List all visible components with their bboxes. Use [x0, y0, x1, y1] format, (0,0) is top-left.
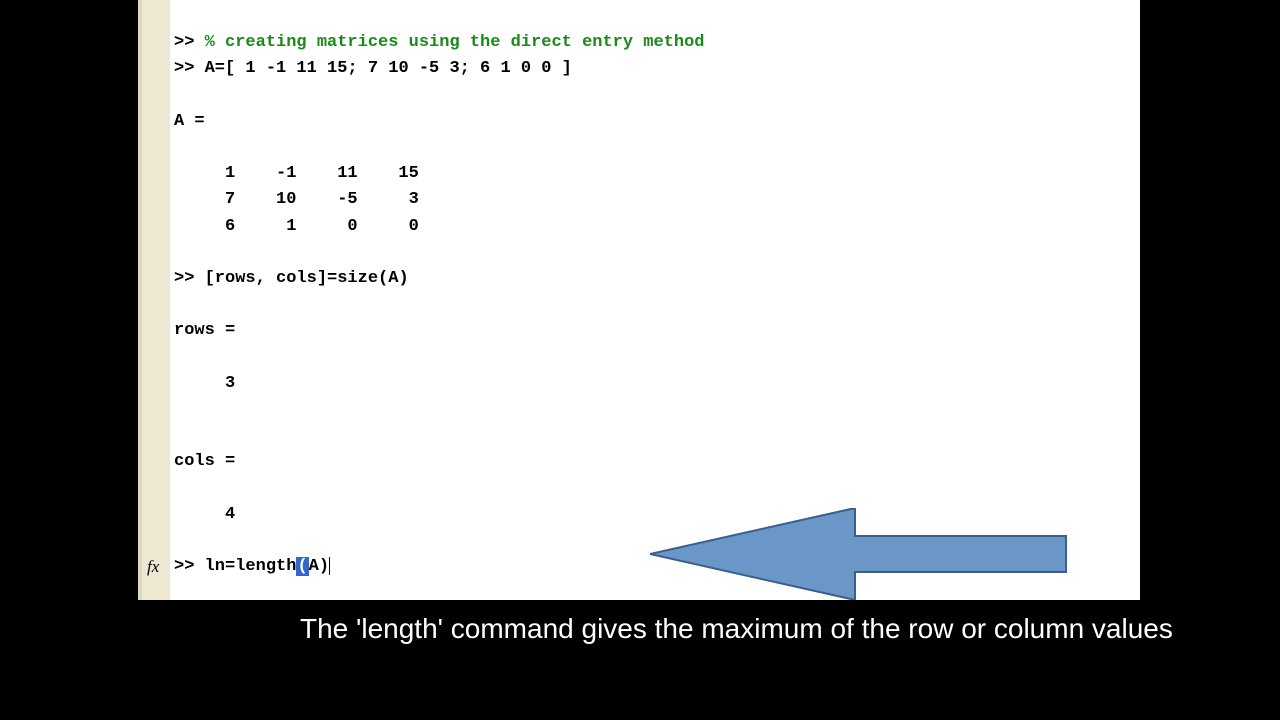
cols-label: cols =	[174, 452, 235, 471]
matrix-row-2: 7 10 -5 3	[174, 190, 419, 209]
video-caption: The 'length' command gives the maximum o…	[0, 605, 1280, 646]
cols-value: 4	[174, 505, 235, 524]
command-window: >> % creating matrices using the direct …	[138, 0, 1140, 600]
fx-icon[interactable]: fx	[147, 554, 159, 580]
line-comment: >> % creating matrices using the direct …	[174, 33, 705, 52]
matrix-row-1: 1 -1 11 15	[174, 164, 419, 183]
line-size: >> [rows, cols]=size(A)	[174, 269, 409, 288]
line-Aeq: A =	[174, 112, 205, 131]
gutter	[142, 0, 170, 600]
matrix-row-3: 6 1 0 0	[174, 217, 419, 236]
line-length[interactable]: fx>> ln=length(A)	[174, 554, 330, 580]
text-cursor	[329, 557, 330, 575]
bracket-highlight: (	[296, 557, 308, 576]
code-area[interactable]: >> % creating matrices using the direct …	[174, 4, 1132, 607]
rows-value: 3	[174, 374, 235, 393]
rows-label: rows =	[174, 321, 235, 340]
line-defA: >> A=[ 1 -1 11 15; 7 10 -5 3; 6 1 0 0 ]	[174, 59, 572, 78]
